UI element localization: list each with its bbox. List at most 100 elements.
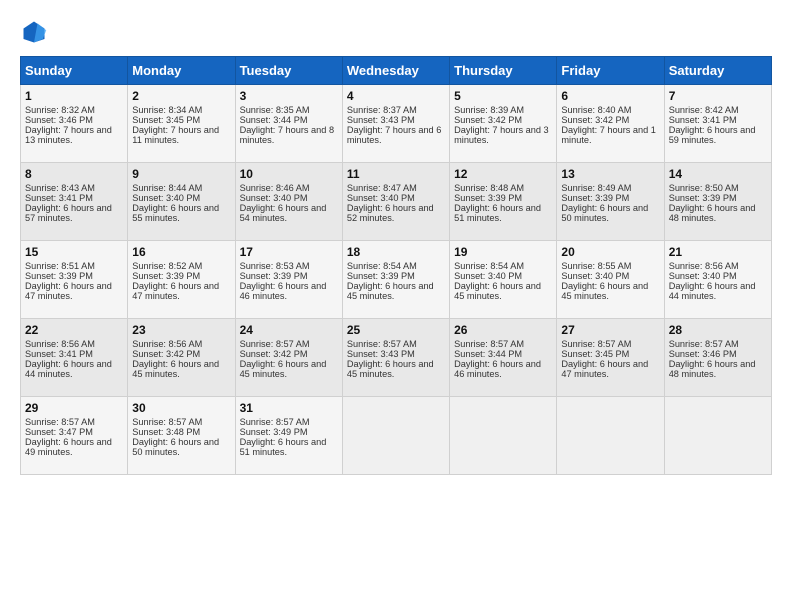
daylight: Daylight: 6 hours and 47 minutes. xyxy=(132,281,219,301)
day-number: 23 xyxy=(132,323,230,337)
sunset: Sunset: 3:48 PM xyxy=(132,427,200,437)
day-cell: 21Sunrise: 8:56 AMSunset: 3:40 PMDayligh… xyxy=(664,241,771,319)
day-cell: 23 Sunrise: 8:56 AMSunset: 3:42 PMDayligh… xyxy=(128,319,235,397)
day-cell: 15 Sunrise: 8:51 AMSunset: 3:39 PMDayligh… xyxy=(21,241,128,319)
sunset: Sunset: 3:42 PM xyxy=(132,349,200,359)
sunrise: Sunrise: 8:56 AM xyxy=(669,261,739,271)
sunrise: Sunrise: 8:49 AM xyxy=(561,183,631,193)
daylight: Daylight: 6 hours and 51 minutes. xyxy=(240,437,327,457)
sunrise: Sunrise: 8:57 AM xyxy=(454,339,524,349)
day-number: 26 xyxy=(454,323,552,337)
day-cell: 6Sunrise: 8:40 AMSunset: 3:42 PMDaylight… xyxy=(557,85,664,163)
daylight: Daylight: 6 hours and 54 minutes. xyxy=(240,203,327,223)
day-number: 22 xyxy=(25,323,123,337)
day-cell: 29Sunrise: 8:57 AMSunset: 3:47 PMDayligh… xyxy=(21,397,128,475)
sunrise: Sunrise: 8:51 AM xyxy=(25,261,95,271)
day-header-monday: Monday xyxy=(128,57,235,85)
day-cell: 24Sunrise: 8:57 AMSunset: 3:42 PMDayligh… xyxy=(235,319,342,397)
day-number: 25 xyxy=(347,323,445,337)
day-cell: 9Sunrise: 8:44 AMSunset: 3:40 PMDaylight… xyxy=(128,163,235,241)
daylight: Daylight: 6 hours and 45 minutes. xyxy=(132,359,219,379)
sunrise: Sunrise: 8:57 AM xyxy=(240,417,310,427)
daylight: Daylight: 7 hours and 3 minutes. xyxy=(454,125,549,145)
day-number: 5 xyxy=(454,89,552,103)
sunset: Sunset: 3:40 PM xyxy=(347,193,415,203)
day-number: 10 xyxy=(240,167,338,181)
day-cell: 27Sunrise: 8:57 AMSunset: 3:45 PMDayligh… xyxy=(557,319,664,397)
day-cell: 10 Sunrise: 8:46 AMSunset: 3:40 PMDayligh… xyxy=(235,163,342,241)
day-cell: 11Sunrise: 8:47 AMSunset: 3:40 PMDayligh… xyxy=(342,163,449,241)
sunrise: Sunrise: 8:57 AM xyxy=(132,417,202,427)
day-cell: 1Sunrise: 8:32 AMSunset: 3:46 PMDaylight… xyxy=(21,85,128,163)
day-cell: 13Sunrise: 8:49 AMSunset: 3:39 PMDayligh… xyxy=(557,163,664,241)
day-number: 18 xyxy=(347,245,445,259)
header-row: SundayMondayTuesdayWednesdayThursdayFrid… xyxy=(21,57,772,85)
day-cell: 5Sunrise: 8:39 AMSunset: 3:42 PMDaylight… xyxy=(450,85,557,163)
sunset: Sunset: 3:39 PM xyxy=(25,271,93,281)
sunrise: Sunrise: 8:47 AM xyxy=(347,183,417,193)
sunset: Sunset: 3:39 PM xyxy=(454,193,522,203)
sunrise: Sunrise: 8:40 AM xyxy=(561,105,631,115)
day-number: 9 xyxy=(132,167,230,181)
calendar-body: 1Sunrise: 8:32 AMSunset: 3:46 PMDaylight… xyxy=(21,85,772,475)
sunrise: Sunrise: 8:39 AM xyxy=(454,105,524,115)
day-header-tuesday: Tuesday xyxy=(235,57,342,85)
day-number: 8 xyxy=(25,167,123,181)
day-number: 17 xyxy=(240,245,338,259)
sunrise: Sunrise: 8:46 AM xyxy=(240,183,310,193)
sunset: Sunset: 3:39 PM xyxy=(669,193,737,203)
sunset: Sunset: 3:40 PM xyxy=(669,271,737,281)
sunset: Sunset: 3:47 PM xyxy=(25,427,93,437)
day-cell: 17Sunrise: 8:53 AMSunset: 3:39 PMDayligh… xyxy=(235,241,342,319)
sunrise: Sunrise: 8:34 AM xyxy=(132,105,202,115)
week-row-4: 22 Sunrise: 8:56 AM Sunset: 3:41 PM Dayligh… xyxy=(21,319,772,397)
daylight: Daylight: 6 hours and 50 minutes. xyxy=(561,203,648,223)
daylight: Daylight: 6 hours and 47 minutes. xyxy=(25,281,112,301)
week-row-5: 29Sunrise: 8:57 AMSunset: 3:47 PMDayligh… xyxy=(21,397,772,475)
sunset: Sunset: 3:39 PM xyxy=(132,271,200,281)
sunset: Sunset: 3:40 PM xyxy=(132,193,200,203)
day-number: 13 xyxy=(561,167,659,181)
day-number: 31 xyxy=(240,401,338,415)
day-number: 11 xyxy=(347,167,445,181)
daylight: Daylight: 6 hours and 44 minutes. xyxy=(669,281,756,301)
sunset: Sunset: 3:39 PM xyxy=(240,271,308,281)
day-number: 4 xyxy=(347,89,445,103)
sunrise: Sunrise: 8:57 AM xyxy=(240,339,310,349)
sunrise: Sunrise: 8:53 AM xyxy=(240,261,310,271)
day-number: 24 xyxy=(240,323,338,337)
day-number: 1 xyxy=(25,89,123,103)
sunset: Sunset: 3:41 PM xyxy=(25,349,93,359)
logo-icon xyxy=(20,18,48,46)
day-number: 16 xyxy=(132,245,230,259)
sunset: Sunset: 3:40 PM xyxy=(240,193,308,203)
day-cell: 18Sunrise: 8:54 AMSunset: 3:39 PMDayligh… xyxy=(342,241,449,319)
sunrise: Sunrise: 8:57 AM xyxy=(347,339,417,349)
day-cell: 7Sunrise: 8:42 AMSunset: 3:41 PMDaylight… xyxy=(664,85,771,163)
day-number: 15 xyxy=(25,245,123,259)
sunset: Sunset: 3:43 PM xyxy=(347,115,415,125)
sunrise: Sunrise: 8:48 AM xyxy=(454,183,524,193)
day-number: 20 xyxy=(561,245,659,259)
day-cell: 16Sunrise: 8:52 AMSunset: 3:39 PMDayligh… xyxy=(128,241,235,319)
day-number: 6 xyxy=(561,89,659,103)
daylight: Daylight: 6 hours and 59 minutes. xyxy=(669,125,756,145)
day-number: 29 xyxy=(25,401,123,415)
day-number: 14 xyxy=(669,167,767,181)
day-cell xyxy=(664,397,771,475)
sunrise: Sunrise: 8:43 AM xyxy=(25,183,95,193)
day-number: 7 xyxy=(669,89,767,103)
sunset: Sunset: 3:44 PM xyxy=(454,349,522,359)
day-cell: 8Sunrise: 8:43 AMSunset: 3:41 PMDaylight… xyxy=(21,163,128,241)
sunset: Sunset: 3:46 PM xyxy=(669,349,737,359)
sunrise: Sunrise: 8:56 AM xyxy=(132,339,202,349)
sunset: Sunset: 3:39 PM xyxy=(347,271,415,281)
calendar-table: SundayMondayTuesdayWednesdayThursdayFrid… xyxy=(20,56,772,475)
sunrise: Sunrise: 8:57 AM xyxy=(669,339,739,349)
sunset: Sunset: 3:45 PM xyxy=(132,115,200,125)
day-cell: 4Sunrise: 8:37 AMSunset: 3:43 PMDaylight… xyxy=(342,85,449,163)
daylight: Daylight: 6 hours and 51 minutes. xyxy=(454,203,541,223)
sunrise: Sunrise: 8:37 AM xyxy=(347,105,417,115)
sunrise: Sunrise: 8:57 AM xyxy=(25,417,95,427)
day-cell: 25Sunrise: 8:57 AMSunset: 3:43 PMDayligh… xyxy=(342,319,449,397)
